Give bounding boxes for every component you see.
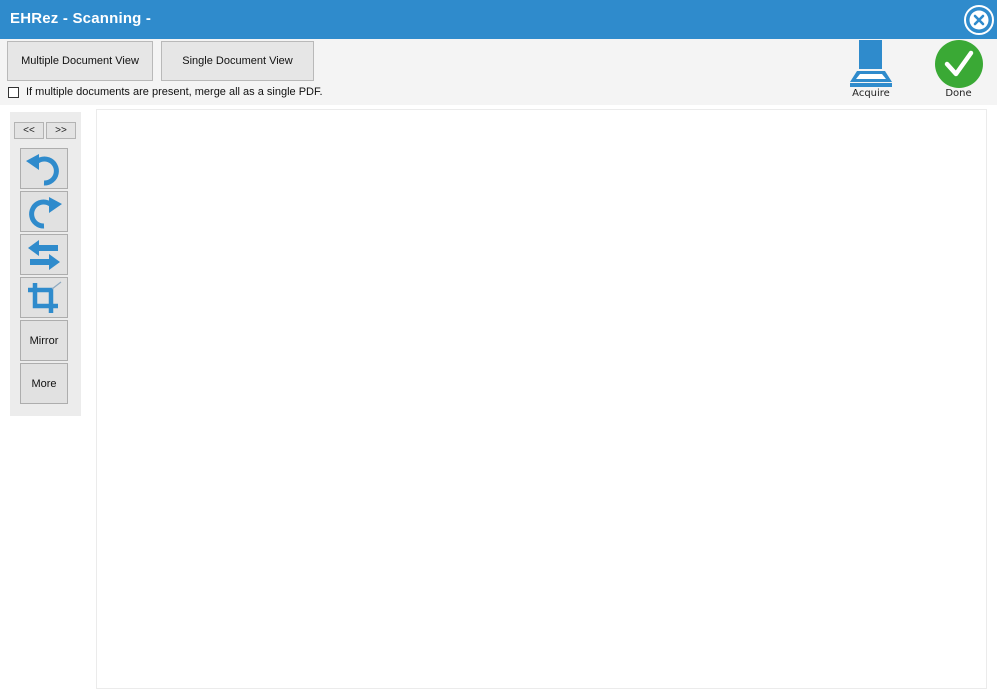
checkmark-icon xyxy=(935,40,983,88)
rotate-left-icon xyxy=(26,153,59,186)
multiple-document-view-button[interactable]: Multiple Document View xyxy=(7,41,153,81)
close-icon xyxy=(964,5,994,35)
scanner-icon xyxy=(850,40,892,87)
document-preview-area[interactable] xyxy=(96,109,987,689)
previous-page-button[interactable]: << xyxy=(14,122,44,139)
merge-pdf-label: If multiple documents are present, merge… xyxy=(26,86,323,98)
tools-panel: << >> Mirror More xyxy=(10,112,81,416)
done-label: Done xyxy=(945,88,972,99)
next-page-button[interactable]: >> xyxy=(46,122,76,139)
acquire-label: Acquire xyxy=(852,88,890,99)
crop-button[interactable] xyxy=(20,277,68,318)
crop-icon xyxy=(28,281,62,313)
flip-icon xyxy=(28,239,60,270)
window-title: EHRez - Scanning - xyxy=(10,10,152,27)
title-bar: EHRez - Scanning - xyxy=(0,0,997,39)
rotate-right-icon xyxy=(29,196,62,229)
acquire-button[interactable]: Acquire xyxy=(848,39,894,101)
close-button[interactable] xyxy=(963,4,995,36)
flip-button[interactable] xyxy=(20,234,68,275)
done-button[interactable]: Done xyxy=(931,39,986,101)
rotate-right-button[interactable] xyxy=(20,191,68,232)
mirror-button[interactable]: Mirror xyxy=(20,320,68,361)
rotate-left-button[interactable] xyxy=(20,148,68,189)
more-button[interactable]: More xyxy=(20,363,68,404)
single-document-view-button[interactable]: Single Document View xyxy=(161,41,314,81)
merge-option: If multiple documents are present, merge… xyxy=(8,86,323,98)
merge-pdf-checkbox[interactable] xyxy=(8,86,19,98)
